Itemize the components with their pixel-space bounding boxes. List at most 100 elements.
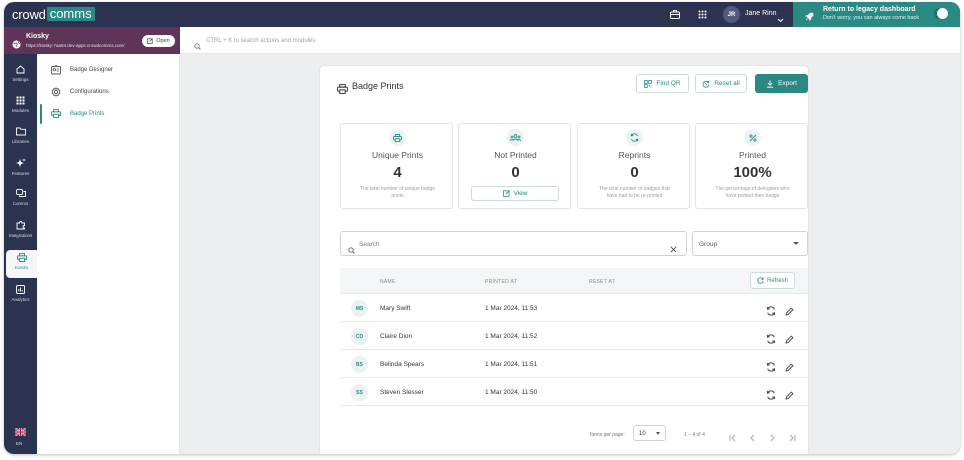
rail-label: Kiosks [14,265,29,270]
rail-label: Analytics [11,297,30,302]
reprint-icon[interactable] [766,331,776,349]
folder-icon [15,127,26,136]
kiosk-url: https://kiosky-7aa84.dev-apps.crowdcomms… [26,43,125,48]
logo-text-comms: comms [46,7,95,21]
row-name: Steven Slesser [380,389,424,396]
search-icon [348,241,355,259]
items-per-page-select[interactable]: 10 [633,425,666,441]
legacy-toggle[interactable] [934,8,948,19]
rail-item-integrations[interactable]: Integrations [4,217,37,245]
printer-icon [16,253,27,262]
legacy-subtitle: Don't worry, you can always come back [823,15,920,21]
rail-label: Features [11,171,30,176]
row-printed-at: 1 Mar 2024, 11:52 [485,333,538,340]
reprint-icon[interactable] [766,359,776,377]
home-icon [16,65,25,74]
rail-item-kiosks[interactable]: Kiosks [6,250,37,278]
row-avatar: SS [351,384,368,401]
last-page-icon[interactable] [788,429,797,447]
page-title: Badge Prints [352,81,404,91]
grid-icon [16,96,25,105]
reprint-icon [626,129,643,146]
rail-label: Comms [12,201,29,206]
group-select[interactable]: Group [692,231,808,256]
subnav-item-badge-prints[interactable]: Badge Prints [37,104,180,124]
chat-icon [15,189,26,197]
subnav-item-configurations[interactable]: Configurations [37,82,180,102]
external-link-icon [147,38,154,44]
table-row[interactable]: SS Steven Slesser 1 Mar 2024, 11:50 [340,378,808,406]
view-button[interactable]: View [471,186,559,201]
subnav-item-badge-designer[interactable]: Badge Designer [37,60,180,80]
rail-item-settings[interactable]: Settings [4,62,37,90]
search-input[interactable]: Search [340,231,687,256]
badge-prints-panel: Badge Prints Find QR Reset all Export Un… [320,66,808,454]
reset-all-button[interactable]: Reset all [695,74,747,93]
open-button-label: Open [156,38,170,44]
row-printed-at: 1 Mar 2024, 11:50 [485,389,538,396]
printer-icon [51,109,61,118]
rail-item-comms[interactable]: Comms [4,186,37,214]
subnav-label: Badge Designer [70,67,114,73]
rocket-icon [804,9,814,27]
stat-card-unique-prints: Unique Prints 4 The total number of uniq… [340,123,453,209]
find-qr-button[interactable]: Find QR [636,74,689,93]
edit-icon[interactable] [785,359,794,377]
language-label[interactable]: EN [16,441,22,446]
first-page-icon[interactable] [729,429,738,447]
open-button[interactable]: Open [142,35,175,47]
refresh-label: Refresh [766,277,788,284]
items-per-page-label: Items per page: [590,432,625,438]
stat-title: Not Printed [494,150,537,160]
edit-icon[interactable] [785,387,794,405]
user-name[interactable]: Jane Rinn [745,10,777,17]
user-avatar[interactable]: JR [723,6,740,23]
stat-card-not-printed: Not Printed 0 View [458,123,571,209]
edit-icon[interactable] [785,303,794,321]
rail-label: Modules [11,108,29,113]
dropdown-arrow-icon [793,242,799,245]
row-printed-at: 1 Mar 2024, 11:51 [485,361,538,368]
printer-icon [337,81,348,99]
reprint-icon[interactable] [766,303,776,321]
return-legacy-banner[interactable]: Return to legacy dashboard Don't worry, … [793,2,960,27]
uk-flag-icon[interactable] [15,428,26,436]
clear-icon[interactable] [670,240,677,258]
briefcase-icon[interactable] [669,9,680,20]
refresh-icon [757,277,764,284]
column-header-reset-at[interactable]: RESET AT [589,279,615,285]
column-header-printed-at[interactable]: PRINTED AT [485,279,517,285]
export-button[interactable]: Export [755,74,808,93]
apps-grid-icon[interactable] [697,9,708,20]
refresh-button[interactable]: Refresh [750,272,795,289]
table-row[interactable]: BS Belinda Spears 1 Mar 2024, 11:51 [340,350,808,378]
reset-all-label: Reset all [714,80,740,87]
prev-page-icon[interactable] [749,429,756,447]
global-search-placeholder: CTRL + K to search actions and modules [206,38,316,44]
stat-title: Reprints [618,150,651,160]
table-row[interactable]: CD Claire Dion 1 Mar 2024, 11:52 [340,322,808,350]
rail-item-modules[interactable]: Modules [4,93,37,121]
row-name: Mary Swift [380,305,411,312]
row-avatar: MS [351,300,368,317]
table-row[interactable]: MS Mary Swift 1 Mar 2024, 11:53 [340,294,808,322]
badge-designer-icon [51,65,61,75]
rail-item-libraries[interactable]: Libraries [4,124,37,152]
rail-item-features[interactable]: Features [4,155,37,183]
crowdcomms-logo[interactable]: crowd comms [12,6,95,22]
reprint-icon[interactable] [766,387,776,405]
column-header-name[interactable]: NAME [380,279,396,285]
chevron-down-icon[interactable] [777,10,784,28]
rail-item-analytics[interactable]: Analytics [4,282,37,310]
row-avatar: CD [351,328,368,345]
global-search[interactable]: CTRL + K to search actions and modules [180,27,960,54]
edit-icon[interactable] [785,331,794,349]
top-bar: crowd comms JR Jane Rinn Return to legacy… [4,2,960,27]
stat-value: 0 [630,164,639,181]
row-avatar: BS [351,356,368,373]
reset-icon [703,80,710,88]
chart-icon [16,285,25,294]
globe-icon [12,36,21,54]
group-placeholder: Group [699,241,718,248]
next-page-icon[interactable] [769,429,776,447]
